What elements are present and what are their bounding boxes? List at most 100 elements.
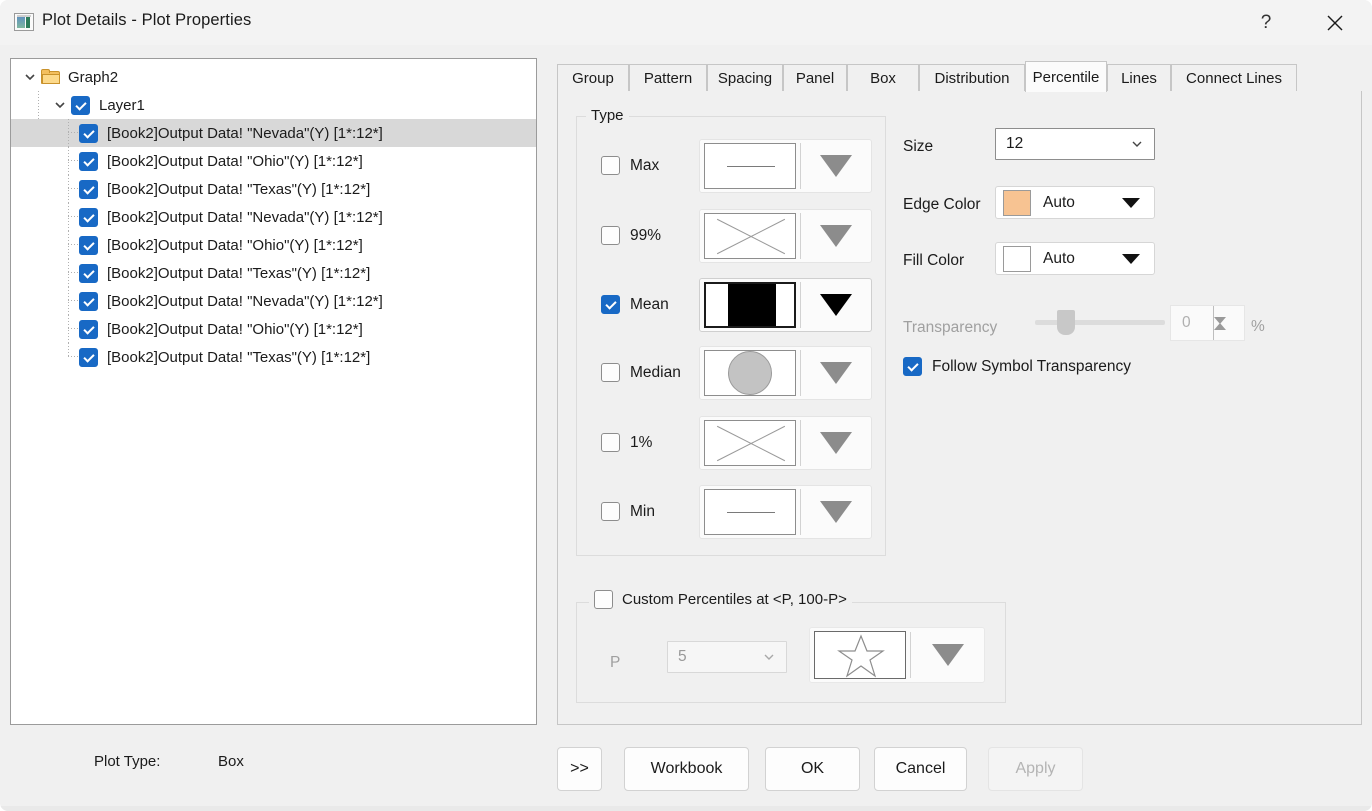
tab-connect-lines[interactable]: Connect Lines: [1171, 64, 1297, 92]
median-checkbox[interactable]: [601, 363, 620, 382]
triangle-down-icon[interactable]: [1122, 253, 1140, 264]
tree-item-plot[interactable]: [Book2]Output Data! "Ohio"(Y) [1*:12*]: [11, 315, 536, 343]
size-combo[interactable]: 12: [995, 128, 1155, 160]
tab-spacing[interactable]: Spacing: [707, 64, 783, 92]
p99-checkbox-wrap[interactable]: 99%: [601, 226, 661, 245]
transparency-slider[interactable]: [1035, 310, 1165, 335]
min-symbol-button[interactable]: [699, 485, 872, 539]
p1-checkbox[interactable]: [601, 433, 620, 452]
plot-tree[interactable]: Graph2 Layer1 [Book2]Output Data! "Nevad…: [10, 58, 537, 725]
tree-checkbox[interactable]: [79, 291, 98, 311]
min-symbol-dropdown[interactable]: [801, 501, 871, 523]
median-label: Median: [630, 363, 681, 381]
tree-checkbox[interactable]: [79, 347, 98, 367]
tree-item-plot[interactable]: [Book2]Output Data! "Ohio"(Y) [1*:12*]: [11, 147, 536, 175]
tree-item-plot[interactable]: [Book2]Output Data! "Nevada"(Y) [1*:12*]: [11, 287, 536, 315]
tree-checkbox[interactable]: [79, 263, 98, 283]
max-symbol-button[interactable]: [699, 139, 872, 193]
edge-color-swatch: [1003, 189, 1031, 216]
tree-item-plot[interactable]: [Book2]Output Data! "Texas"(Y) [1*:12*]: [11, 259, 536, 287]
tab-distribution[interactable]: Distribution: [919, 64, 1025, 92]
tree-checkbox[interactable]: [79, 319, 98, 339]
triangle-down-icon: [820, 294, 852, 316]
tab-label: Spacing: [717, 70, 773, 87]
percentile-row-median: Median: [577, 344, 877, 402]
triangle-down-icon: [820, 501, 852, 523]
close-button[interactable]: [1312, 0, 1358, 45]
chevron-down-icon[interactable]: [49, 91, 71, 119]
follow-symbol-transparency-wrap[interactable]: Follow Symbol Transparency: [903, 357, 1131, 376]
edge-color-combo[interactable]: Auto: [995, 186, 1155, 219]
p-combo[interactable]: 5: [667, 641, 787, 673]
slider-thumb[interactable]: [1057, 310, 1075, 335]
triangle-down-icon[interactable]: [1122, 197, 1140, 208]
tree-checkbox[interactable]: [79, 123, 98, 143]
fill-color-combo[interactable]: Auto: [995, 242, 1155, 275]
ok-button[interactable]: OK: [765, 747, 860, 791]
mean-checkbox-wrap[interactable]: Mean: [601, 295, 669, 314]
max-symbol-preview: [704, 143, 796, 189]
tree-item-graph2[interactable]: Graph2: [11, 63, 536, 91]
tab-label: Pattern: [643, 70, 693, 87]
tree-item-plot[interactable]: [Book2]Output Data! "Nevada"(Y) [1*:12*]: [11, 119, 536, 147]
max-checkbox-wrap[interactable]: Max: [601, 156, 659, 175]
tree-checkbox[interactable]: [71, 95, 90, 115]
spinner-buttons[interactable]: [1213, 306, 1244, 342]
tree-item-plot[interactable]: [Book2]Output Data! "Nevada"(Y) [1*:12*]: [11, 203, 536, 231]
custom-percentile-symbol-button[interactable]: [809, 627, 985, 683]
tree-guide-line: [68, 231, 69, 259]
p-label: P: [610, 654, 621, 671]
custom-percentile-symbol-dropdown[interactable]: [911, 644, 984, 666]
p99-label: 99%: [630, 226, 662, 244]
tree-guide-line: [68, 175, 69, 203]
custom-percentiles-header[interactable]: Custom Percentiles at <P, 100-P>: [589, 590, 852, 609]
chevron-down-icon[interactable]: [752, 650, 786, 664]
tab-panel[interactable]: Panel: [783, 64, 847, 92]
help-button[interactable]: ?: [1243, 0, 1289, 45]
tree-checkbox[interactable]: [79, 151, 98, 171]
cancel-button[interactable]: Cancel: [874, 747, 967, 791]
tab-label: Group: [572, 70, 614, 87]
tree-item-plot[interactable]: [Book2]Output Data! "Texas"(Y) [1*:12*]: [11, 343, 536, 371]
tab-label: Panel: [795, 70, 835, 87]
p1-checkbox-wrap[interactable]: 1%: [601, 433, 652, 452]
tree-item-plot[interactable]: [Book2]Output Data! "Ohio"(Y) [1*:12*]: [11, 231, 536, 259]
tree-item-plot[interactable]: [Book2]Output Data! "Texas"(Y) [1*:12*]: [11, 175, 536, 203]
tab-pattern[interactable]: Pattern: [629, 64, 707, 92]
tab-lines[interactable]: Lines: [1107, 64, 1171, 92]
median-symbol-dropdown[interactable]: [801, 362, 871, 384]
mean-symbol-dropdown[interactable]: [801, 294, 871, 316]
app-icon: [14, 13, 34, 31]
expand-button[interactable]: >>: [557, 747, 602, 791]
spinner-down-button[interactable]: [1214, 317, 1244, 342]
tree-item-layer1[interactable]: Layer1: [11, 91, 536, 119]
min-checkbox[interactable]: [601, 502, 620, 521]
mean-checkbox[interactable]: [601, 295, 620, 314]
chevron-down-icon[interactable]: [1120, 137, 1154, 151]
p99-symbol-button[interactable]: [699, 209, 872, 263]
tree-checkbox[interactable]: [79, 207, 98, 227]
mean-symbol-button[interactable]: [699, 278, 872, 332]
max-symbol-dropdown[interactable]: [801, 155, 871, 177]
transparency-spinner[interactable]: 0: [1170, 305, 1245, 341]
median-checkbox-wrap[interactable]: Median: [601, 363, 681, 382]
tree-checkbox[interactable]: [79, 179, 98, 199]
chevron-down-icon[interactable]: [19, 63, 41, 91]
follow-symbol-transparency-checkbox[interactable]: [903, 357, 922, 376]
tree-item-label: [Book2]Output Data! "Texas"(Y) [1*:12*]: [107, 264, 371, 282]
tab-group[interactable]: Group: [557, 64, 629, 92]
min-checkbox-wrap[interactable]: Min: [601, 502, 655, 521]
p99-checkbox[interactable]: [601, 226, 620, 245]
p1-symbol-dropdown[interactable]: [801, 432, 871, 454]
tree-checkbox[interactable]: [79, 235, 98, 255]
workbook-button[interactable]: Workbook: [624, 747, 749, 791]
p99-symbol-dropdown[interactable]: [801, 225, 871, 247]
tree-item-label: [Book2]Output Data! "Nevada"(Y) [1*:12*]: [107, 124, 383, 142]
custom-percentiles-checkbox[interactable]: [594, 590, 613, 609]
tab-box[interactable]: Box: [847, 64, 919, 92]
tab-percentile[interactable]: Percentile: [1025, 61, 1107, 92]
max-checkbox[interactable]: [601, 156, 620, 175]
p1-symbol-button[interactable]: [699, 416, 872, 470]
median-symbol-button[interactable]: [699, 346, 872, 400]
tab-label: Connect Lines: [1186, 70, 1282, 87]
